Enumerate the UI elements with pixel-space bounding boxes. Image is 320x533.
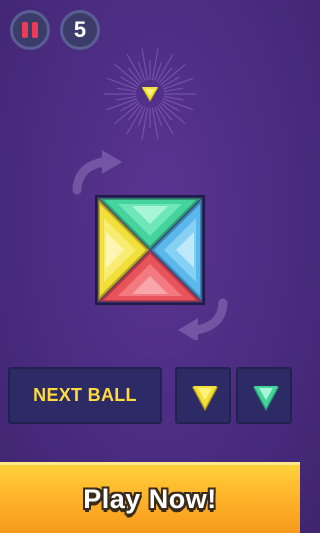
- play-now-button[interactable]: Play Now!: [0, 462, 300, 533]
- rotate-clockwise-arrow-icon[interactable]: [178, 298, 228, 340]
- play-now-label: Play Now!: [83, 483, 217, 514]
- green-triangle-gem-icon: [253, 386, 279, 411]
- next-ball-slot-1: [175, 367, 231, 424]
- game-board-area: [72, 87, 228, 340]
- rotate-clockwise-arrow-icon[interactable]: [72, 150, 122, 195]
- next-ball-slot-2: [236, 367, 292, 424]
- current-ball: [142, 87, 158, 102]
- rotating-square[interactable]: [95, 195, 205, 305]
- next-ball-label: NEXT BALL: [33, 385, 137, 405]
- next-ball-label-panel: NEXT BALL: [8, 367, 162, 424]
- yellow-triangle-gem-icon: [192, 386, 218, 411]
